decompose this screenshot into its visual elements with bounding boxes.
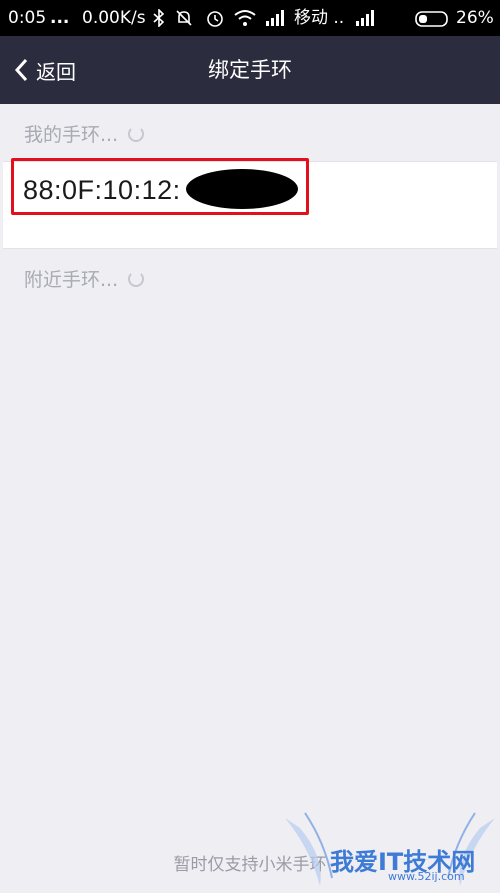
my-bands-header: 我的手环... (24, 120, 145, 147)
nearby-bands-header: 附近手环... (24, 265, 145, 292)
status-time: 0:05 (8, 8, 47, 28)
watermark-url: www.52ij.com (388, 870, 465, 883)
back-button[interactable]: 返回 (14, 36, 76, 104)
signal-icon (356, 10, 374, 26)
loading-spinner-icon (128, 270, 145, 287)
status-bar: 0:05 ... 0.00K/s 移动 .. 26% (0, 0, 500, 36)
bluetooth-icon (153, 9, 165, 27)
watermark-logo: 我爱IT技术网 www.52ij.com (280, 808, 500, 889)
nav-bar: 绑定手环 返回 (0, 36, 500, 104)
back-label: 返回 (36, 59, 76, 84)
battery-icon (415, 11, 448, 27)
wifi-icon (234, 10, 256, 26)
signal-icon (266, 10, 284, 26)
highlight-box (11, 158, 309, 215)
my-bands-label: 我的手环... (24, 124, 119, 146)
carrier-name: 移动 .. (294, 8, 345, 28)
chevron-left-icon (14, 58, 28, 82)
status-dots: ... (50, 8, 70, 28)
alarm-icon (207, 11, 223, 27)
mute-icon (176, 10, 192, 26)
loading-spinner-icon (128, 125, 145, 142)
nearby-bands-label: 附近手环... (24, 269, 119, 291)
bound-device-item[interactable]: 88:0F:10:12: (3, 158, 497, 249)
network-speed: 0.00K/s (82, 8, 146, 28)
battery-percent: 26% (456, 8, 494, 28)
